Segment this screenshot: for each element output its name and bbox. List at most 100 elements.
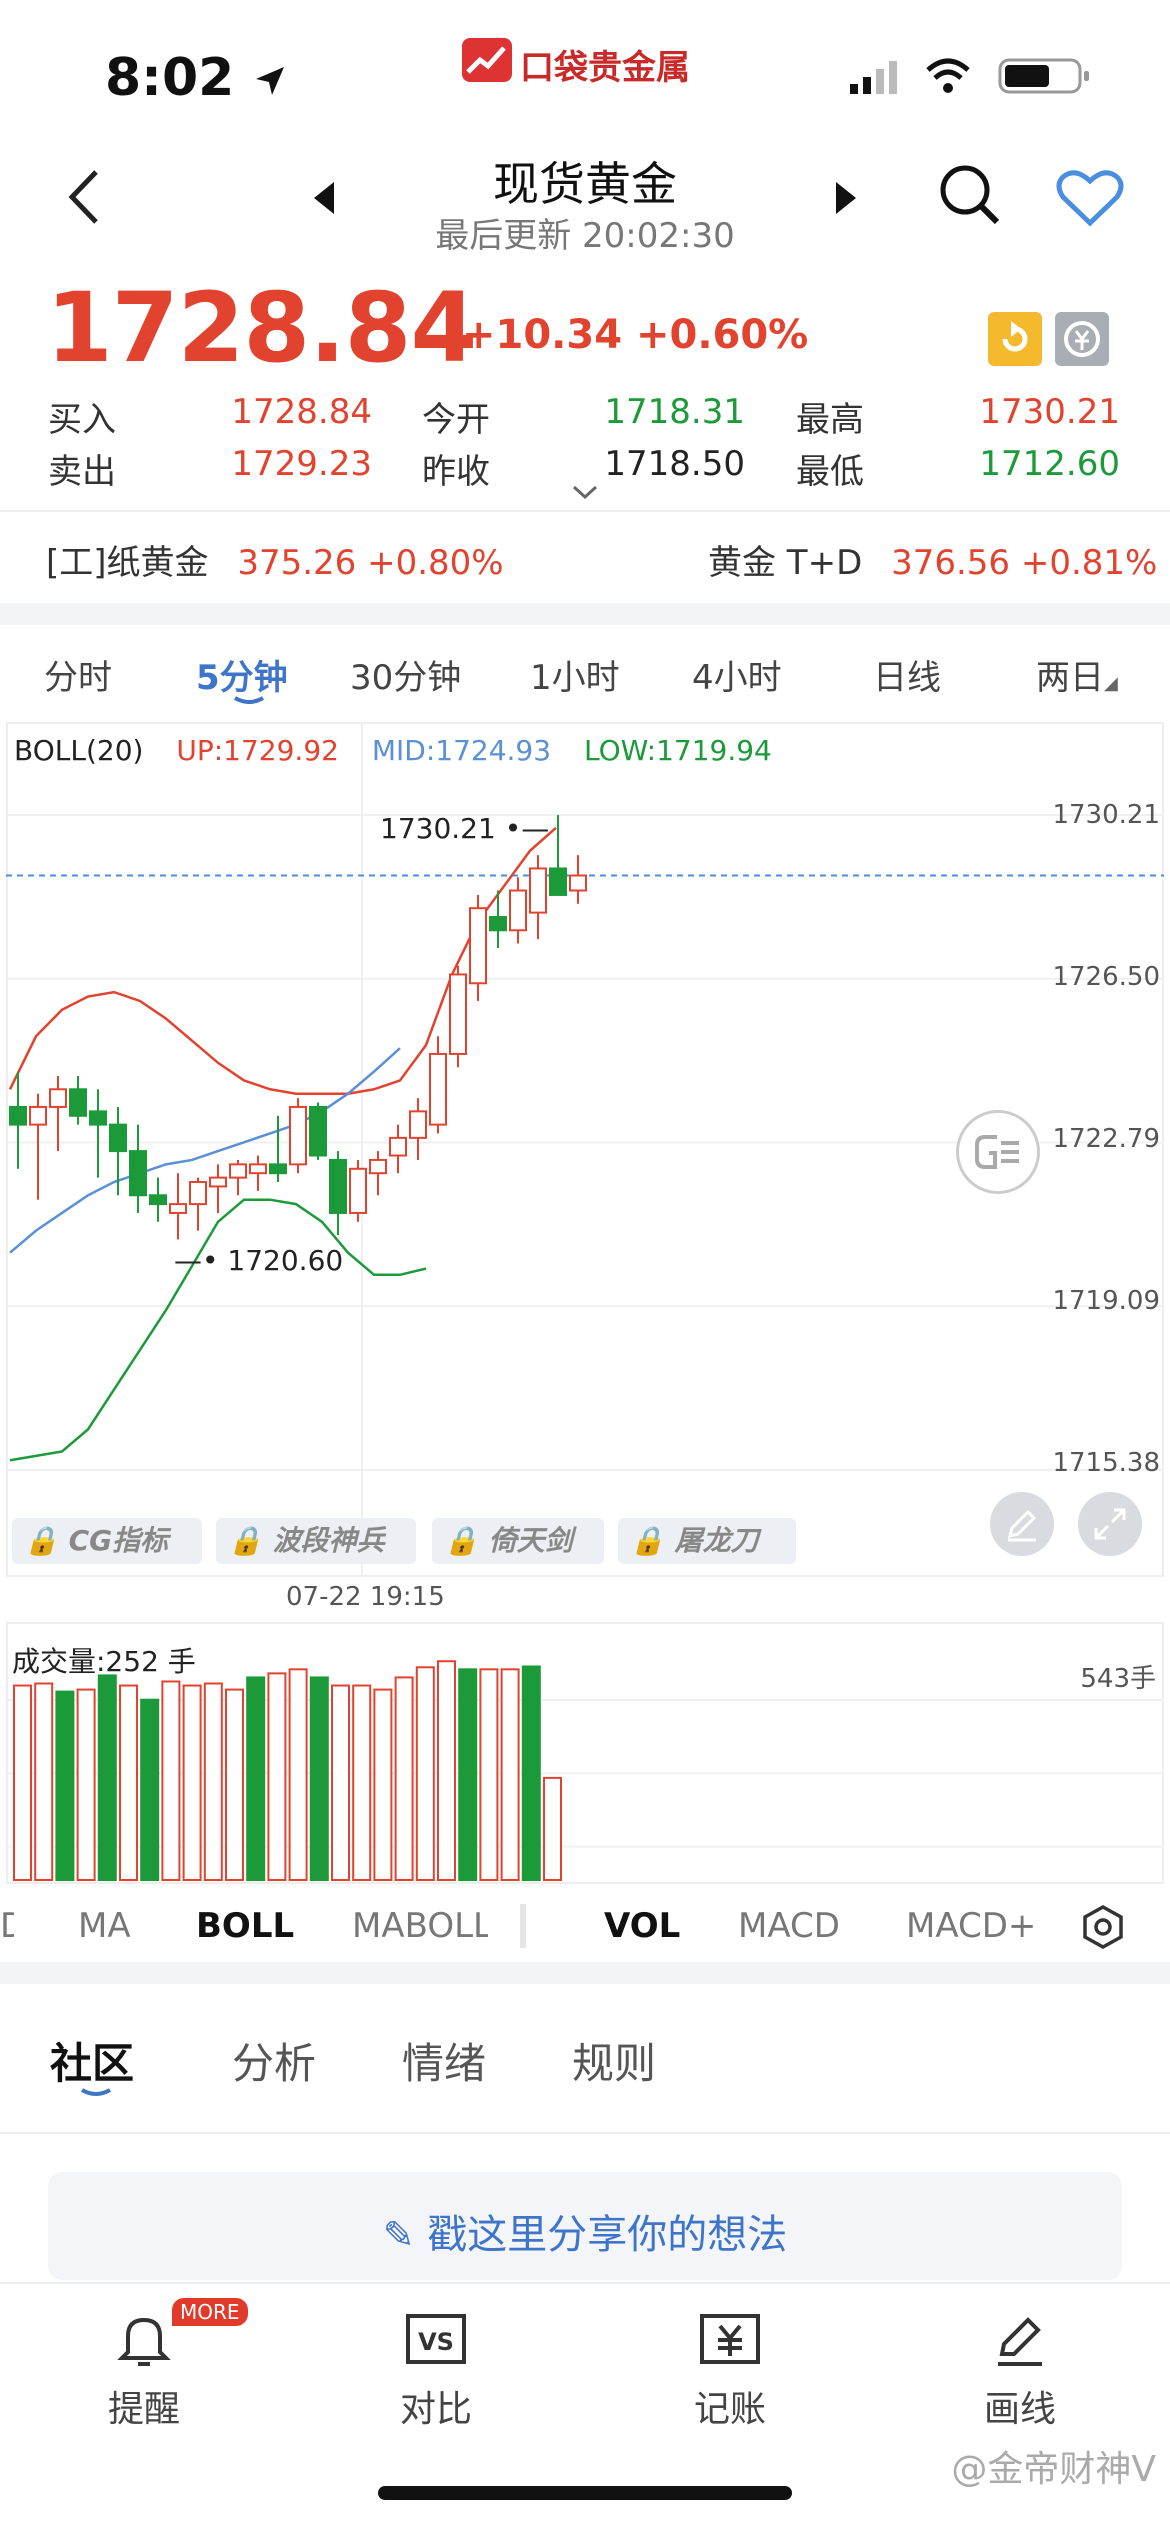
favorite-button[interactable] bbox=[1055, 165, 1125, 230]
tab-two-day[interactable]: 两日◢ bbox=[1036, 650, 1118, 699]
tab-sentiment[interactable]: 情绪 bbox=[402, 2030, 486, 2091]
current-price: 1728.84 bbox=[46, 272, 477, 384]
volume-bar bbox=[352, 1684, 372, 1882]
tool-cg-indicator[interactable]: 🔒 CG指标 bbox=[12, 1518, 202, 1564]
nav-compare-label: 对比 bbox=[399, 2389, 472, 2430]
indicator-tab-ma[interactable]: MA bbox=[78, 1906, 131, 1946]
indicator-tab-vol[interactable]: VOL bbox=[604, 1906, 680, 1946]
tab-5-minute[interactable]: 5分钟 bbox=[196, 650, 288, 699]
candle-body bbox=[329, 1158, 347, 1214]
volume-bar bbox=[309, 1676, 329, 1882]
volume-bar bbox=[161, 1680, 181, 1881]
candle-body bbox=[449, 973, 467, 1055]
indicator-settings-button[interactable] bbox=[1080, 1904, 1126, 1950]
candle-body bbox=[129, 1150, 147, 1197]
tab-4-hour[interactable]: 4小时 bbox=[692, 650, 782, 699]
chevron-down-icon bbox=[572, 485, 598, 500]
lock-icon: 🔒 bbox=[24, 1524, 59, 1557]
refresh-button[interactable] bbox=[988, 312, 1042, 366]
low-label: 最低 bbox=[796, 452, 864, 492]
tool-band-weapon[interactable]: 🔒 波段神兵 bbox=[216, 1518, 416, 1564]
tab-time-sharing[interactable]: 分时 bbox=[44, 650, 112, 699]
divider bbox=[0, 2132, 1170, 2134]
candle-body bbox=[509, 889, 527, 932]
tab-rules[interactable]: 规则 bbox=[572, 2030, 656, 2091]
y-tick-label: 1719.09 bbox=[1052, 1286, 1160, 1316]
high-marker-label: 1730.21 •— bbox=[380, 812, 550, 845]
section-gap bbox=[0, 603, 1170, 625]
next-instrument-button[interactable] bbox=[828, 178, 864, 218]
related-gold-td-value: 376.56 +0.81% bbox=[891, 543, 1158, 583]
tool-yitian-sword[interactable]: 🔒 倚天剑 bbox=[432, 1518, 604, 1564]
low-marker-label: —• 1720.60 bbox=[174, 1244, 344, 1277]
converter-button[interactable] bbox=[1055, 312, 1109, 366]
app-logo: 口袋贵金属 bbox=[462, 34, 712, 88]
hexagon-settings-icon bbox=[1083, 1904, 1123, 1950]
candle-body bbox=[109, 1123, 127, 1153]
volume-bar bbox=[97, 1674, 117, 1882]
price-change: +10.34 +0.60% bbox=[462, 312, 809, 358]
related-paper-gold-name: [工]纸黄金 bbox=[46, 543, 209, 583]
more-badge: MORE bbox=[172, 2298, 248, 2326]
candle-body bbox=[189, 1181, 207, 1206]
candle-body bbox=[529, 867, 547, 914]
nav-draw-line[interactable]: 画线 bbox=[940, 2290, 1100, 2430]
indicator-tab-macd[interactable]: MACD bbox=[738, 1906, 840, 1946]
volume-bar bbox=[521, 1665, 541, 1882]
candle-body bbox=[489, 916, 507, 932]
app-logo-mark bbox=[462, 38, 512, 82]
volume-bar bbox=[394, 1676, 414, 1882]
divider bbox=[0, 2282, 1170, 2284]
nav-compare[interactable]: VS 对比 bbox=[356, 2290, 516, 2430]
candle-body bbox=[409, 1110, 427, 1139]
tool-tulong-blade[interactable]: 🔒 屠龙刀 bbox=[618, 1518, 796, 1564]
search-button[interactable] bbox=[935, 160, 1005, 230]
indicator-tab-macd-plus[interactable]: MACD+ bbox=[906, 1906, 1036, 1946]
volume-bar bbox=[373, 1688, 393, 1881]
watermark: @金帝财神V bbox=[951, 2449, 1156, 2490]
pencil-icon bbox=[1007, 1509, 1037, 1542]
indicator-tab-boll[interactable]: BOLL bbox=[196, 1906, 294, 1946]
volume-bar bbox=[458, 1668, 478, 1881]
fullscreen-button[interactable] bbox=[1078, 1492, 1142, 1556]
svg-text:VS: VS bbox=[418, 2328, 454, 2356]
share-input[interactable]: ✎ 戳这里分享你的想法 bbox=[48, 2172, 1122, 2280]
draw-tool-button[interactable] bbox=[990, 1492, 1054, 1556]
volume-bar bbox=[246, 1676, 266, 1882]
volume-bar bbox=[203, 1682, 223, 1881]
prev-close-label: 昨收 bbox=[422, 452, 490, 492]
related-paper-gold-value: 375.26 +0.80% bbox=[237, 543, 504, 583]
expand-quote-button[interactable] bbox=[570, 478, 600, 508]
volume-bar bbox=[288, 1668, 308, 1881]
candle-body bbox=[69, 1088, 87, 1117]
nav-draw-line-label: 画线 bbox=[983, 2389, 1056, 2430]
lock-icon: 🔒 bbox=[228, 1524, 263, 1557]
active-tab-indicator bbox=[81, 2088, 111, 2096]
bell-icon bbox=[117, 2317, 171, 2366]
tab-divider bbox=[520, 1904, 526, 1948]
tab-daily[interactable]: 日线 bbox=[873, 650, 941, 699]
tab-community[interactable]: 社区 bbox=[50, 2030, 134, 2091]
boll-lower-line bbox=[9, 1198, 427, 1462]
battery-icon bbox=[998, 58, 1089, 94]
draw-line-icon bbox=[998, 2317, 1042, 2366]
candle-body bbox=[89, 1110, 107, 1126]
tab-30-minute[interactable]: 30分钟 bbox=[350, 650, 461, 699]
triangle-right-icon bbox=[836, 182, 856, 214]
currency-icon bbox=[1064, 321, 1100, 357]
indicator-tab-maboll[interactable]: MABOLL bbox=[352, 1906, 488, 1946]
candle-body bbox=[29, 1105, 47, 1126]
volume-bar bbox=[140, 1698, 160, 1881]
related-gold-td[interactable]: 黄金 T+D 376.56 +0.81% bbox=[708, 535, 1157, 584]
candle-body bbox=[149, 1194, 167, 1206]
gold-signal-badge[interactable] bbox=[956, 1110, 1040, 1194]
related-paper-gold[interactable]: [工]纸黄金 375.26 +0.80% bbox=[46, 535, 504, 584]
lock-icon: 🔒 bbox=[444, 1524, 479, 1557]
indicator-tab-partial[interactable]: D bbox=[0, 1906, 14, 1946]
tab-1-hour[interactable]: 1小时 bbox=[530, 650, 620, 699]
nav-ledger[interactable]: 记账 bbox=[650, 2290, 810, 2430]
tab-two-day-label: 两日 bbox=[1036, 658, 1104, 698]
volume-bar bbox=[76, 1688, 96, 1881]
tab-analysis[interactable]: 分析 bbox=[232, 2030, 316, 2091]
app-logo-text: 口袋贵金属 bbox=[520, 48, 690, 88]
